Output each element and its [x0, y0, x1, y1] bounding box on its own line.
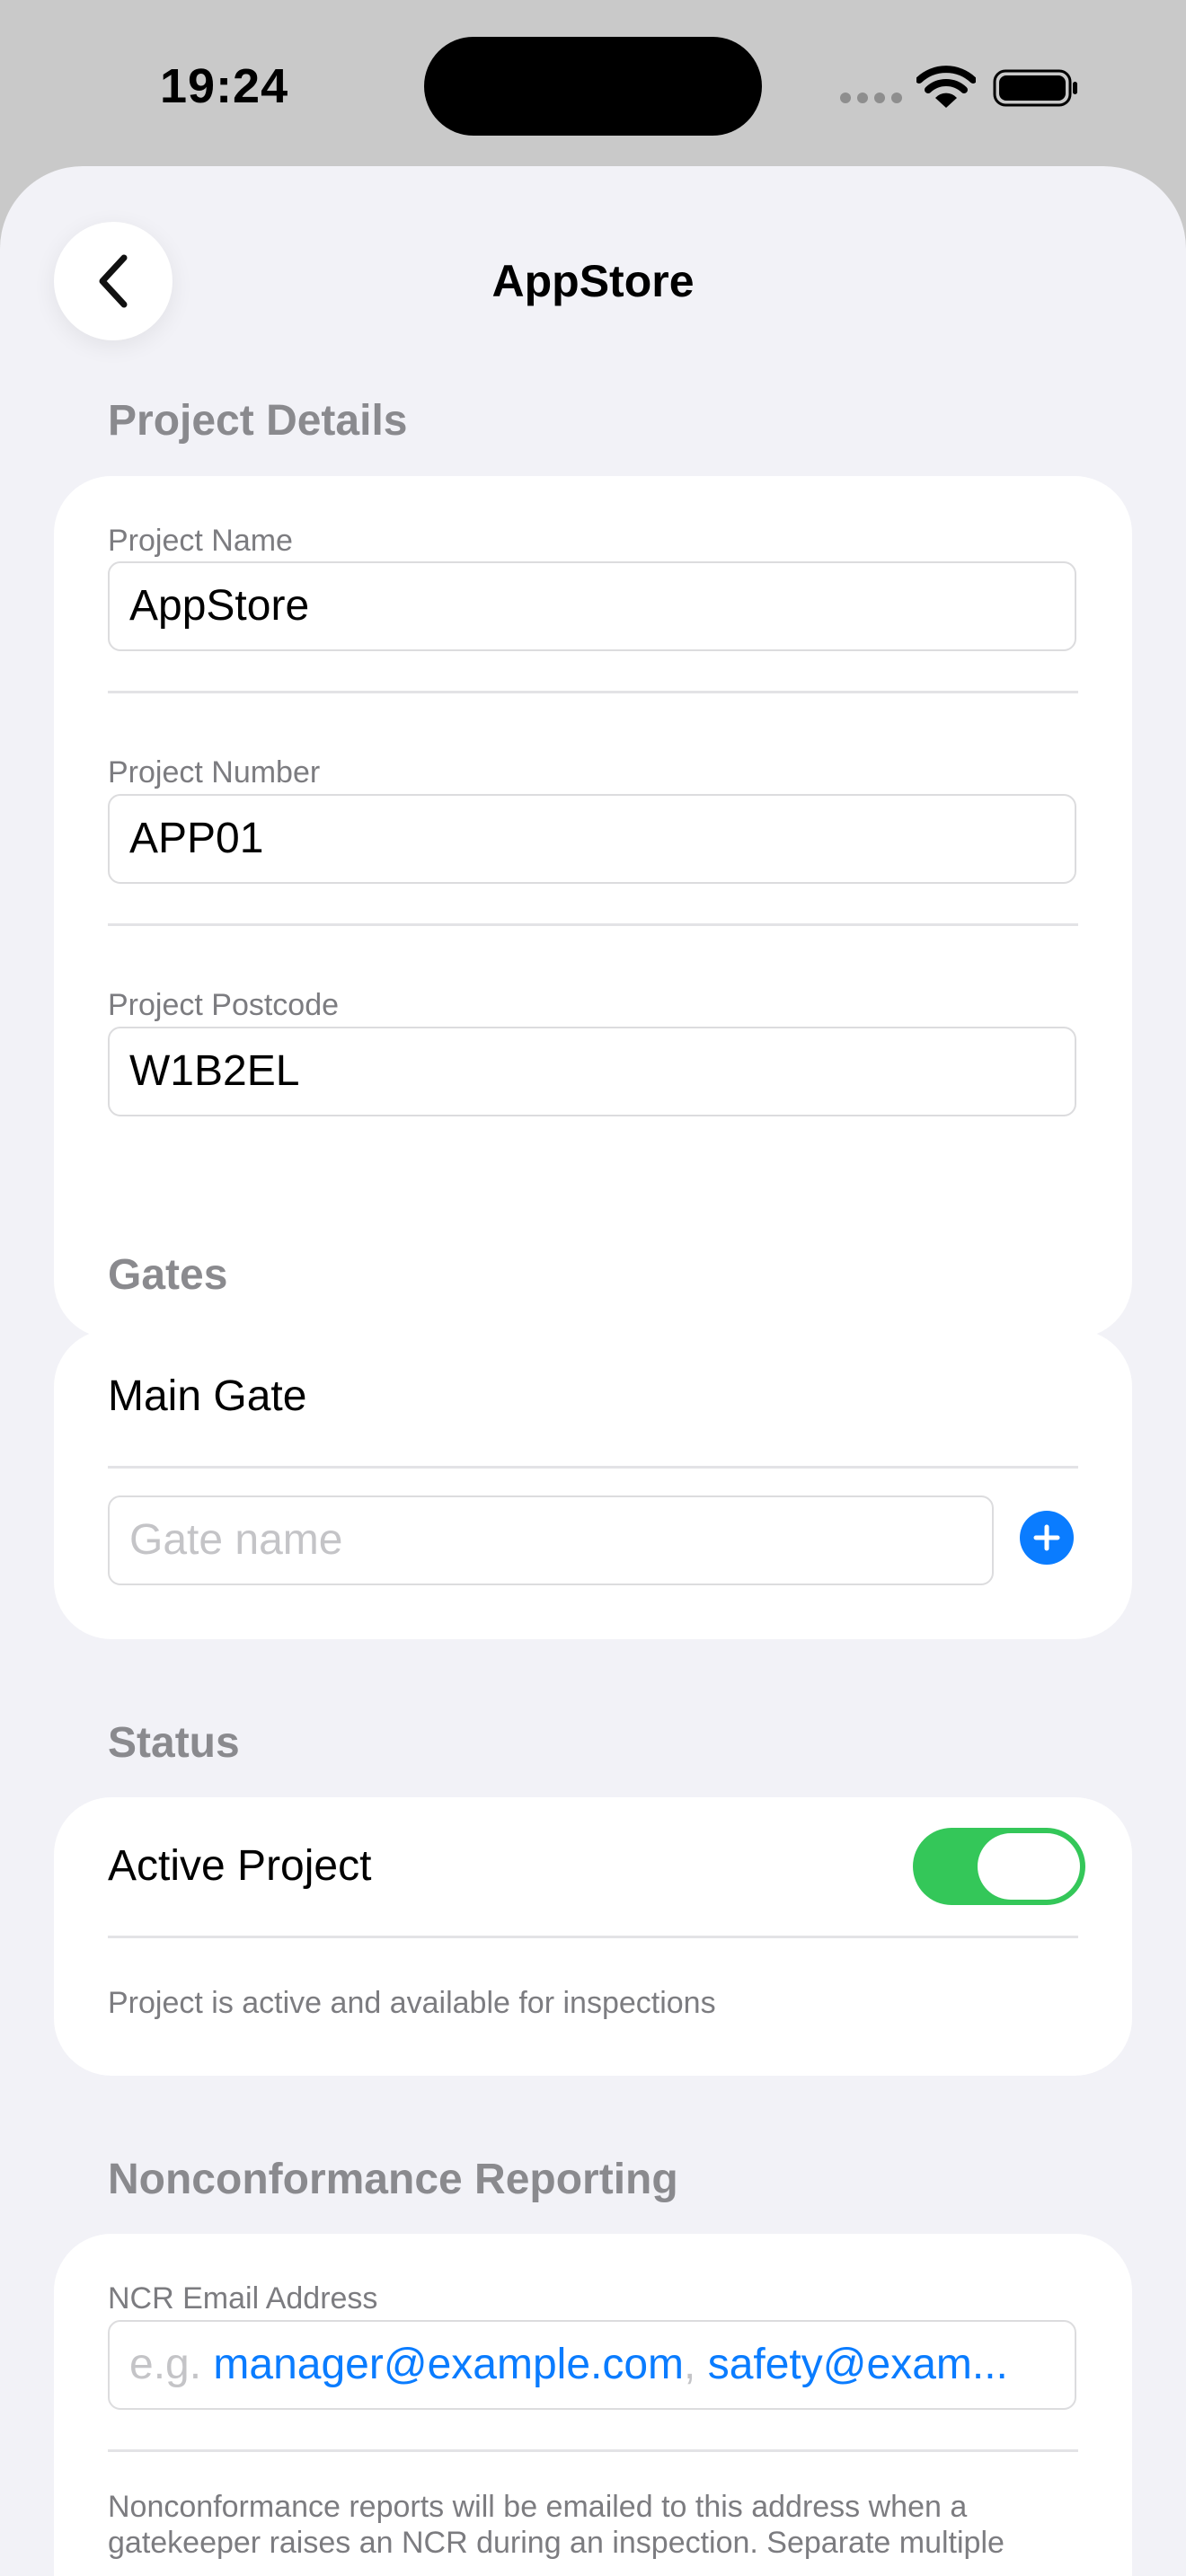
ncr-email-input[interactable]: e.g. manager@example.com, safety@exam...: [108, 2320, 1076, 2410]
divider: [108, 1466, 1078, 1469]
status-footnote: Project is active and available for insp…: [108, 1986, 716, 2020]
ncr-card: NCR Email Address e.g. manager@example.c…: [54, 2234, 1132, 2576]
ncr-email-label: NCR Email Address: [108, 2281, 378, 2316]
cellular-signal-icon: [840, 93, 902, 103]
project-postcode-label: Project Postcode: [108, 988, 340, 1022]
gates-card: Main Gate Gate name: [54, 1329, 1132, 1639]
section-header-gates: Gates: [108, 1251, 228, 1299]
divider: [108, 2449, 1078, 2452]
project-postcode-field[interactable]: W1B2EL: [108, 1027, 1076, 1116]
wifi-icon: [916, 66, 976, 108]
section-header-project-details: Project Details: [108, 397, 408, 445]
gate-name-input[interactable]: Gate name: [108, 1495, 994, 1585]
placeholder-email-2: safety@exam...: [707, 2341, 1008, 2388]
ncr-footnote-line-2: gatekeeper raises an NCR during an inspe…: [108, 2526, 1005, 2560]
placeholder-separator: ,: [684, 2341, 708, 2388]
status-card: Active Project Project is active and ava…: [54, 1797, 1132, 2076]
project-number-label: Project Number: [108, 755, 321, 790]
project-name-field[interactable]: AppStore: [108, 561, 1076, 651]
plus-icon: [1033, 1524, 1060, 1551]
project-details-card: Project Name AppStore Project Number APP…: [54, 476, 1132, 1338]
battery-icon: [993, 69, 1077, 107]
placeholder-email-1: manager@example.com: [213, 2341, 685, 2388]
status-bar-time: 19:24: [160, 59, 289, 113]
placeholder-prefix: e.g.: [129, 2341, 214, 2388]
ncr-footnote-line-1: Nonconformance reports will be emailed t…: [108, 2490, 968, 2524]
section-header-ncr: Nonconformance Reporting: [108, 2156, 678, 2203]
divider: [108, 923, 1078, 926]
project-number-field[interactable]: APP01: [108, 794, 1076, 884]
divider: [108, 691, 1078, 693]
gate-item-main-gate[interactable]: Main Gate: [108, 1370, 306, 1424]
toggle-knob: [978, 1833, 1080, 1900]
active-project-label: Active Project: [108, 1842, 372, 1890]
divider: [108, 1936, 1078, 1938]
dynamic-island: [424, 37, 762, 136]
active-project-toggle[interactable]: [913, 1828, 1085, 1905]
page-title: AppStore: [491, 256, 695, 306]
add-gate-button[interactable]: [1020, 1511, 1074, 1565]
project-settings-sheet: AppStore Project Details Project Name Ap…: [0, 166, 1186, 2576]
section-header-status: Status: [108, 1719, 240, 1767]
project-name-label: Project Name: [108, 524, 293, 558]
